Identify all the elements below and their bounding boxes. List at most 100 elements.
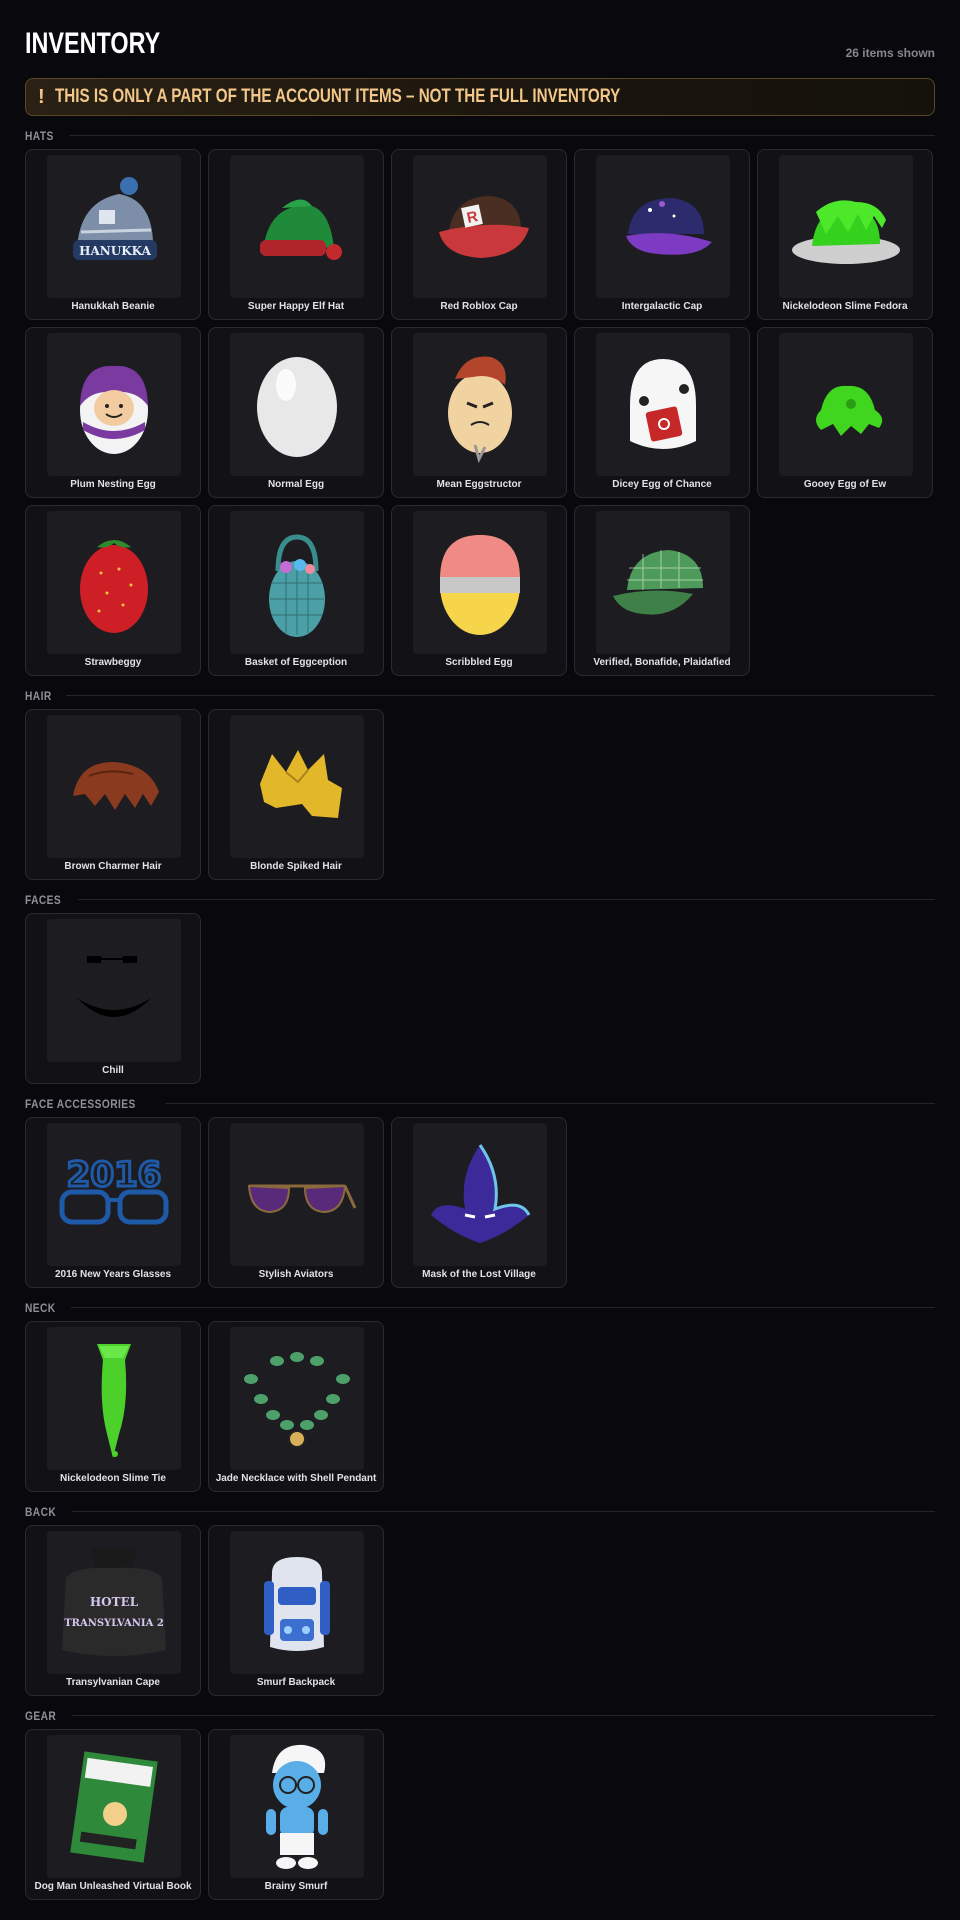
section-divider	[165, 1103, 935, 1104]
item-card[interactable]: Nickelodeon Slime Tie	[25, 1321, 201, 1492]
section-divider	[66, 695, 935, 696]
item-name: Normal Egg	[267, 479, 325, 490]
item-card[interactable]: Dog Man Unleashed Virtual Book	[25, 1729, 201, 1900]
item-count: 26 items shown	[845, 46, 935, 60]
section-divider	[71, 1511, 935, 1512]
elf-hat-icon	[230, 155, 364, 298]
item-name: Strawbeggy	[84, 657, 142, 668]
section-title: HAIR	[25, 688, 52, 703]
galaxy-cap-icon	[596, 155, 730, 298]
item-name: Mask of the Lost Village	[422, 1269, 536, 1280]
item-name: Blonde Spiked Hair	[250, 861, 342, 872]
section-back: BACK HOTEL TRANSYLVANIA 2 Transylvanian Cap…	[25, 1502, 935, 1696]
item-name: Plum Nesting Egg	[70, 479, 156, 490]
dice-egg-icon	[596, 333, 730, 476]
section-divider	[68, 135, 935, 136]
item-card[interactable]: Plum Nesting Egg	[25, 327, 201, 498]
gooey-egg-icon	[779, 333, 913, 476]
item-card[interactable]: Brainy Smurf	[208, 1729, 384, 1900]
item-name: Nickelodeon Slime Tie	[60, 1473, 166, 1484]
item-grid: HANUKKA Hanukkah Beanie Super Happy Elf Ha…	[25, 149, 935, 676]
item-card[interactable]: Stylish Aviators	[208, 1117, 384, 1288]
item-card[interactable]: 2016 2016 New Years Glasses	[25, 1117, 201, 1288]
item-card[interactable]: Brown Charmer Hair	[25, 709, 201, 880]
item-card[interactable]: R Red Roblox Cap	[391, 149, 567, 320]
cape-art-line1: HOTEL	[90, 1595, 139, 1609]
item-name: Brown Charmer Hair	[64, 861, 162, 872]
chill-face-icon	[47, 919, 181, 1062]
item-card[interactable]: Gooey Egg of Ew	[757, 327, 933, 498]
section-divider	[77, 899, 935, 900]
item-card[interactable]: Nickelodeon Slime Fedora	[757, 149, 933, 320]
section-header: FACES	[25, 890, 935, 909]
section-title: NECK	[25, 1300, 56, 1315]
section-hats: HATS HANUKKA Hanukkah Beanie Super Happy El…	[25, 126, 935, 676]
section-header: GEAR	[25, 1706, 935, 1725]
blonde-hair-icon	[230, 715, 364, 858]
item-name: Brainy Smurf	[264, 1881, 328, 1892]
item-name: Smurf Backpack	[256, 1677, 336, 1688]
section-gear: GEAR Dog Man Unleashed Virtual Book Brainy…	[25, 1706, 935, 1900]
section-hair: HAIR Brown Charmer Hair Blonde Spiked Hair	[25, 686, 935, 880]
item-card[interactable]: Blonde Spiked Hair	[208, 709, 384, 880]
item-name: Chill	[102, 1065, 124, 1076]
leaf-mask-icon	[413, 1123, 547, 1266]
strawberry-egg-icon	[47, 511, 181, 654]
item-name: Scribbled Egg	[445, 657, 513, 668]
item-grid: Nickelodeon Slime Tie Jade Necklace with …	[25, 1321, 935, 1492]
item-grid: Chill	[25, 913, 935, 1084]
item-card[interactable]: Super Happy Elf Hat	[208, 149, 384, 320]
item-name: Dicey Egg of Chance	[612, 479, 712, 490]
svg-text:2016: 2016	[67, 1155, 162, 1195]
item-card[interactable]: Dicey Egg of Chance	[574, 327, 750, 498]
section-neck: NECK Nickelodeon Slime Tie Jade Necklace w…	[25, 1298, 935, 1492]
inventory-page: INVENTORY 26 items shown ! THIS IS ONLY …	[0, 0, 960, 1920]
section-header: BACK	[25, 1502, 935, 1521]
item-name: Dog Man Unleashed Virtual Book	[34, 1881, 192, 1892]
item-card[interactable]: Mask of the Lost Village	[391, 1117, 567, 1288]
item-name: Stylish Aviators	[258, 1269, 334, 1280]
item-grid: Brown Charmer Hair Blonde Spiked Hair	[25, 709, 935, 880]
item-card[interactable]: HANUKKA Hanukkah Beanie	[25, 149, 201, 320]
brown-hair-icon	[47, 715, 181, 858]
item-name: Gooey Egg of Ew	[803, 479, 887, 490]
svg-text:HANUKKA: HANUKKA	[79, 244, 151, 258]
item-name: 2016 New Years Glasses	[54, 1269, 172, 1280]
item-card[interactable]: Strawbeggy	[25, 505, 201, 676]
item-name: Transylvanian Cape	[66, 1677, 160, 1688]
partial-inventory-notice: ! THIS IS ONLY A PART OF THE ACCOUNT ITE…	[25, 78, 935, 116]
notice-text: THIS IS ONLY A PART OF THE ACCOUNT ITEMS…	[54, 86, 620, 107]
cape-art-line2: TRANSYLVANIA 2	[64, 1618, 164, 1629]
item-card[interactable]: Intergalactic Cap	[574, 149, 750, 320]
item-card[interactable]: Chill	[25, 913, 201, 1084]
item-grid: HOTEL TRANSYLVANIA 2 Transylvanian Cape Smu…	[25, 1525, 935, 1696]
section-faces: FACES Chill	[25, 890, 935, 1084]
section-title: FACE ACCESSORIES	[25, 1096, 136, 1111]
item-card[interactable]: Verified, Bonafide, Plaidafied	[574, 505, 750, 676]
item-name: Super Happy Elf Hat	[247, 301, 345, 312]
section-divider	[71, 1307, 935, 1308]
item-name: Basket of Eggception	[244, 657, 348, 668]
item-card[interactable]: Smurf Backpack	[208, 1525, 384, 1696]
item-name: Hanukkah Beanie	[71, 301, 155, 312]
item-card[interactable]: Scribbled Egg	[391, 505, 567, 676]
aviators-icon	[230, 1123, 364, 1266]
section-header: HATS	[25, 126, 935, 145]
section-title: HATS	[25, 128, 54, 143]
book-icon	[47, 1735, 181, 1878]
page-title: INVENTORY	[25, 27, 161, 60]
beanie-icon: HANUKKA	[47, 155, 181, 298]
item-card[interactable]: Mean Eggstructor	[391, 327, 567, 498]
item-card[interactable]: Jade Necklace with Shell Pendant	[208, 1321, 384, 1492]
item-card[interactable]: Normal Egg	[208, 327, 384, 498]
item-grid: 2016 2016 New Years Glasses Stylish Aviato…	[25, 1117, 935, 1288]
page-header: INVENTORY 26 items shown	[25, 0, 935, 78]
item-card[interactable]: HOTEL TRANSYLVANIA 2 Transylvanian Cape	[25, 1525, 201, 1696]
smurf-icon	[230, 1735, 364, 1878]
item-card[interactable]: Basket of Eggception	[208, 505, 384, 676]
backpack-icon	[230, 1531, 364, 1674]
section-divider	[71, 1715, 935, 1716]
slime-fedora-icon	[779, 155, 913, 298]
item-name: Verified, Bonafide, Plaidafied	[593, 657, 731, 668]
basket-egg-icon	[230, 511, 364, 654]
